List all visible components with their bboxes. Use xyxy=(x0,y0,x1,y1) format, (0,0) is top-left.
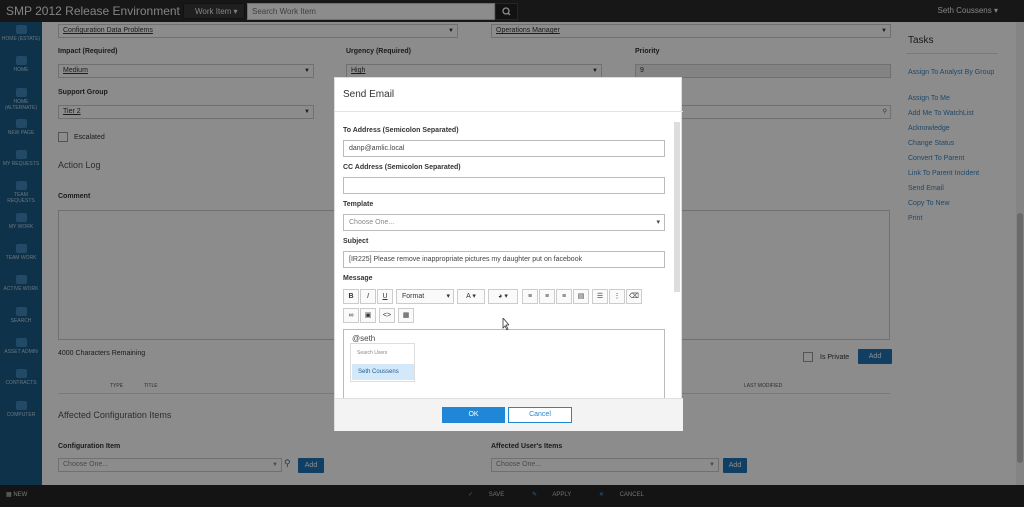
chevron-down-icon: ▾ xyxy=(446,293,450,300)
dialog-title: Send Email xyxy=(343,89,395,100)
ok-button[interactable]: OK xyxy=(442,407,505,423)
underline-button[interactable]: U xyxy=(377,289,393,304)
bold-button[interactable]: B xyxy=(343,289,359,304)
mention-hint: Search Users xyxy=(357,350,388,356)
numbered-list-icon: ⋮ xyxy=(613,293,621,300)
font-color-button[interactable]: A ▾ xyxy=(457,289,485,304)
cc-address-input[interactable] xyxy=(343,177,665,194)
bullet-list-button[interactable]: ☰ xyxy=(592,289,608,304)
font-color-icon: A ▾ xyxy=(466,293,476,300)
mention-text: @seth xyxy=(352,334,376,343)
template-select[interactable]: Choose One... ▾ xyxy=(343,214,665,231)
dialog-footer: OK Cancel xyxy=(335,398,683,431)
send-email-dialog: Send Email To Address (Semicolon Separat… xyxy=(334,77,683,431)
justify-button[interactable]: ▤ xyxy=(573,289,589,304)
mention-dropdown: Search Users Seth Coussens xyxy=(350,343,415,382)
to-address-input[interactable]: danp@amlic.local xyxy=(343,140,665,157)
table-icon: ▦ xyxy=(402,312,410,319)
link-icon: ∞ xyxy=(348,312,354,319)
align-left-button[interactable]: ≡ xyxy=(522,289,538,304)
text-cursor-icon xyxy=(502,318,509,330)
template-label: Template xyxy=(343,201,374,208)
subject-label: Subject xyxy=(343,238,369,245)
dialog-divider xyxy=(335,111,683,112)
dialog-scrollbar[interactable] xyxy=(674,122,680,292)
align-right-button[interactable]: ≡ xyxy=(556,289,572,304)
italic-button[interactable]: I xyxy=(360,289,376,304)
chevron-down-icon: ▾ xyxy=(656,219,660,226)
table-button[interactable]: ▦ xyxy=(398,308,414,323)
clear-format-button[interactable]: ⌫ xyxy=(626,289,642,304)
image-button[interactable]: ▣ xyxy=(360,308,376,323)
justify-icon: ▤ xyxy=(577,293,585,300)
template-value: Choose One... xyxy=(349,219,395,226)
eraser-icon: ⌫ xyxy=(629,293,639,300)
subject-input[interactable]: [IR225] Please remove inappropriate pict… xyxy=(343,251,665,268)
highlight-button[interactable]: ◕ ▾ xyxy=(488,289,518,304)
numbered-list-button[interactable]: ⋮ xyxy=(609,289,625,304)
paint-icon: ◕ ▾ xyxy=(498,293,508,300)
align-right-icon: ≡ xyxy=(561,293,567,300)
cc-address-label: CC Address (Semicolon Separated) xyxy=(343,164,461,171)
format-dropdown[interactable]: Format ▾ xyxy=(396,289,454,304)
message-label: Message xyxy=(343,275,373,282)
align-left-icon: ≡ xyxy=(527,293,533,300)
link-button[interactable]: ∞ xyxy=(343,308,359,323)
image-icon: ▣ xyxy=(364,312,372,319)
cancel-button[interactable]: Cancel xyxy=(508,407,572,423)
message-editor[interactable]: @seth Search Users Seth Coussens xyxy=(343,329,665,404)
align-center-button[interactable]: ≡ xyxy=(539,289,555,304)
mention-option[interactable]: Seth Coussens xyxy=(352,364,414,380)
code-icon: <> xyxy=(382,312,392,319)
format-label: Format xyxy=(402,293,425,300)
to-address-label: To Address (Semicolon Separated) xyxy=(343,127,459,134)
bullet-list-icon: ☰ xyxy=(596,293,604,300)
align-center-icon: ≡ xyxy=(544,293,550,300)
code-button[interactable]: <> xyxy=(379,308,395,323)
